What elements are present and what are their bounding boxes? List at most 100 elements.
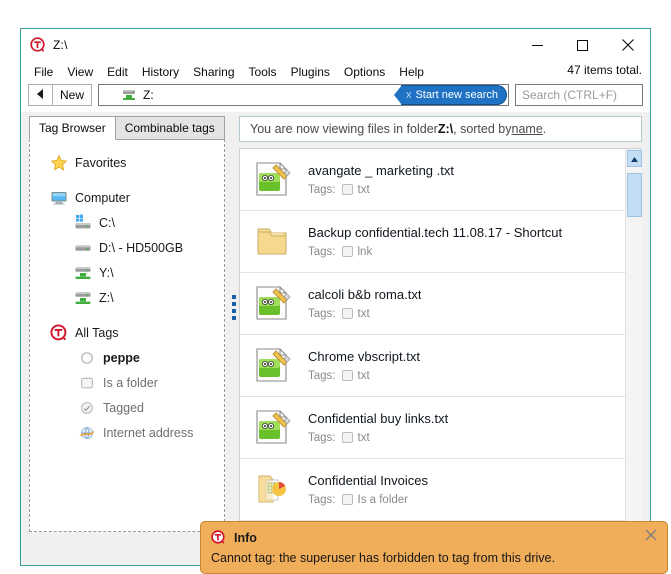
close-button[interactable] <box>605 29 650 61</box>
minimize-button[interactable] <box>515 29 560 61</box>
tags-label: Tags: <box>308 245 336 258</box>
menu-item-help[interactable]: Help <box>392 63 431 81</box>
tag-chip-icon <box>341 494 353 506</box>
items-total-label: 47 items total. <box>567 63 642 77</box>
chevron-up-icon <box>631 149 638 167</box>
sidebar-item-drive-d[interactable]: D:\ - HD500GB <box>30 235 224 260</box>
menu-bar: File View Edit History Sharing Tools Plu… <box>21 61 650 82</box>
file-list-item[interactable]: Chrome vbscript.txt Tags: txt <box>240 335 625 397</box>
menu-item-edit[interactable]: Edit <box>100 63 135 81</box>
menu-item-options[interactable]: Options <box>337 63 392 81</box>
file-list-item[interactable]: Confidential Invoices Tags: Is a folder <box>240 459 625 521</box>
address-bar[interactable]: Z: x Start new search <box>98 84 509 106</box>
sidebar-item-computer[interactable]: Computer <box>30 185 224 210</box>
search-placeholder: Search (CTRL+F) <box>522 88 618 102</box>
new-button[interactable]: New <box>52 84 93 106</box>
file-tags: Tags: txt <box>308 308 421 320</box>
tag-name[interactable]: txt <box>358 184 370 196</box>
menu-item-view[interactable]: View <box>60 63 100 81</box>
file-tags: Tags: txt <box>308 370 420 382</box>
application-window: Z:\ File View Edit History Sharing Tools… <box>20 28 651 566</box>
maximize-button[interactable] <box>560 29 605 61</box>
local-drive-windows-icon <box>74 214 92 232</box>
sidebar-item-drive-c[interactable]: C:\ <box>30 210 224 235</box>
file-list-item[interactable]: Confidential buy links.txt Tags: txt <box>240 397 625 459</box>
sidebar-item-all-tags[interactable]: All Tags <box>30 320 224 345</box>
text-file-icon <box>250 157 294 201</box>
menu-item-sharing[interactable]: Sharing <box>186 63 241 81</box>
network-drive-icon <box>121 87 137 103</box>
tag-name[interactable]: txt <box>358 432 370 444</box>
back-button[interactable] <box>28 84 52 106</box>
tag-name[interactable]: txt <box>358 370 370 382</box>
tag-name[interactable]: txt <box>358 308 370 320</box>
tag-chip-icon <box>341 370 353 382</box>
file-name: calcoli b&b roma.txt <box>308 286 422 302</box>
sidebar-item-label: Tagged <box>103 400 145 415</box>
star-icon <box>50 154 68 172</box>
file-list-item[interactable]: calcoli b&b roma.txt Tags: txt <box>240 273 625 335</box>
toolbar: New Z: x Start new search Search (CTRL+F… <box>21 82 650 112</box>
sidebar-item-favorites[interactable]: Favorites <box>30 150 224 175</box>
tag-folder-icon <box>78 374 96 392</box>
sidebar-item-tag-internet-address[interactable]: Internet address <box>30 420 224 445</box>
tag-tagged-icon <box>78 399 96 417</box>
tag-name[interactable]: Is a folder <box>358 494 409 506</box>
sidebar-item-tag-peppe[interactable]: peppe <box>30 345 224 370</box>
menu-item-plugins[interactable]: Plugins <box>284 63 337 81</box>
window-controls <box>515 29 650 61</box>
toast-close-button[interactable] <box>645 529 657 543</box>
sidebar-item-tag-is-a-folder[interactable]: Is a folder <box>30 370 224 395</box>
file-list-container: avangate _ marketing .txt Tags: txt Back… <box>239 147 642 565</box>
file-tags: Tags: lnk <box>308 246 562 258</box>
tag-chip-icon <box>341 432 353 444</box>
menu-item-history[interactable]: History <box>135 63 186 81</box>
tab-tag-browser[interactable]: Tag Browser <box>29 116 116 140</box>
search-input[interactable]: Search (CTRL+F) <box>515 84 643 106</box>
tag-name[interactable]: lnk <box>358 246 373 258</box>
sidebar-item-label: All Tags <box>75 325 119 340</box>
file-tags: Tags: txt <box>308 432 448 444</box>
file-list-scrollbar[interactable] <box>625 148 642 564</box>
tab-combinable-tags[interactable]: Combinable tags <box>115 116 225 140</box>
scrollbar-thumb[interactable] <box>627 172 642 217</box>
sidebar-item-drive-y[interactable]: Y:\ <box>30 260 224 285</box>
network-drive-icon <box>74 289 92 307</box>
sidebar-item-drive-z[interactable]: Z:\ <box>30 285 224 310</box>
tagging-app-icon <box>211 530 226 545</box>
menu-item-file[interactable]: File <box>27 63 60 81</box>
close-search-icon[interactable]: x <box>406 89 412 101</box>
tag-chip-icon <box>341 184 353 196</box>
sidebar-item-label: Favorites <box>75 155 127 170</box>
scroll-up-button[interactable] <box>627 149 642 167</box>
sidebar-item-tag-tagged[interactable]: Tagged <box>30 395 224 420</box>
file-tags: Tags: Is a folder <box>308 494 428 506</box>
info-toast: Info Cannot tag: the superuser has forbi… <box>200 521 668 574</box>
file-name: Confidential Invoices <box>308 472 428 488</box>
tags-label: Tags: <box>308 183 336 196</box>
title-bar: Z:\ <box>21 29 650 61</box>
panel-splitter[interactable] <box>229 112 239 565</box>
file-meta: Chrome vbscript.txt Tags: txt <box>308 349 420 382</box>
file-list-item[interactable]: avangate _ marketing .txt Tags: txt <box>240 149 625 211</box>
text-file-icon <box>250 281 294 325</box>
sidebar-item-label: peppe <box>103 350 140 365</box>
back-arrow-icon <box>36 86 46 104</box>
sidebar: Tag Browser Combinable tags Favorites Co… <box>21 112 229 565</box>
tags-label: Tags: <box>308 307 336 320</box>
file-meta: avangate _ marketing .txt Tags: txt <box>308 163 454 196</box>
file-name: Confidential buy links.txt <box>308 410 449 426</box>
folder-document-icon <box>250 467 294 511</box>
menu-item-tools[interactable]: Tools <box>242 63 284 81</box>
toast-header: Info <box>201 522 667 545</box>
tags-label: Tags: <box>308 369 336 382</box>
start-new-search-button[interactable]: x Start new search <box>393 85 506 105</box>
sort-by-link[interactable]: name <box>512 122 543 136</box>
file-list-item[interactable]: Backup confidential.tech 11.08.17 - Shor… <box>240 211 625 273</box>
tagging-app-icon <box>50 323 68 342</box>
folder-info-bar: You are now viewing files in folder Z:\ … <box>239 116 642 142</box>
folder-icon <box>250 219 294 263</box>
tag-circle-icon <box>78 349 96 367</box>
